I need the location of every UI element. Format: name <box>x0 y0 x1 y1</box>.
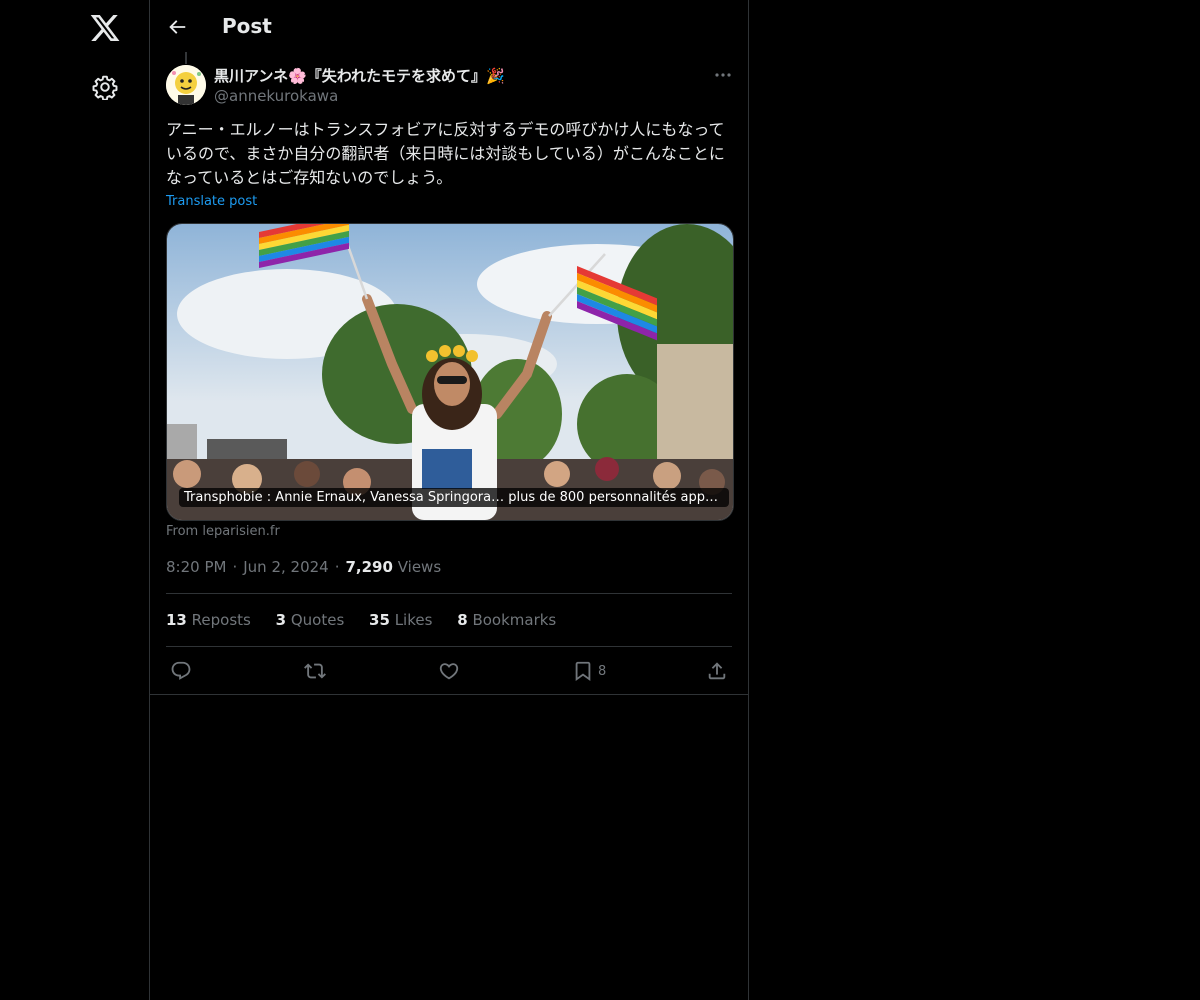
divider <box>166 593 732 594</box>
bookmark-count: 8 <box>598 663 607 679</box>
reply-button[interactable] <box>170 658 192 684</box>
post-text: アニー・エルノーはトランスフォビアに反対するデモの呼びかけ人にもなっているので、… <box>166 120 725 187</box>
views-label: Views <box>397 558 442 576</box>
post-header: Post <box>150 0 748 54</box>
likes-stat[interactable]: 35 Likes <box>369 611 432 629</box>
author-handle[interactable]: @annekurokawa <box>214 87 338 105</box>
divider <box>150 694 749 695</box>
reply-icon <box>171 661 191 680</box>
left-sidebar <box>0 0 150 1000</box>
quotes-stat[interactable]: 3 Quotes <box>276 611 345 629</box>
views-count: 7,290 <box>345 558 393 576</box>
avatar[interactable] <box>166 65 206 105</box>
share-icon <box>708 662 726 680</box>
like-icon <box>439 663 459 680</box>
translate-post-link[interactable]: Translate post <box>166 194 257 209</box>
thread-line <box>185 52 187 64</box>
link-card[interactable]: Transphobie : Annie Ernaux, Vanessa Spri… <box>166 223 734 521</box>
bookmark-button[interactable]: 8 <box>572 658 606 684</box>
gear-icon[interactable] <box>92 74 118 100</box>
x-logo-icon[interactable] <box>89 12 121 44</box>
post-stats: 13 Reposts 3 Quotes 35 Likes 8 Bookmarks <box>166 611 576 629</box>
back-arrow-icon[interactable] <box>166 16 188 38</box>
main-column: Post 黒川アンネ🌸『失われたモテを求めて』🎉 @annekurokawa ア… <box>150 0 749 1000</box>
post-meta: 8:20 PM · Jun 2, 2024 · 7,290 Views <box>166 558 442 576</box>
reposts-stat[interactable]: 13 Reposts <box>166 611 251 629</box>
card-source[interactable]: From leparisien.fr <box>166 524 280 539</box>
repost-icon <box>304 663 326 679</box>
repost-button[interactable] <box>304 658 326 684</box>
like-button[interactable] <box>438 658 460 684</box>
bookmarks-stat[interactable]: 8 Bookmarks <box>457 611 556 629</box>
avatar-image <box>166 65 206 105</box>
card-image <box>167 224 733 520</box>
card-title: Transphobie : Annie Ernaux, Vanessa Spri… <box>179 488 729 507</box>
more-icon[interactable] <box>712 66 734 84</box>
author-name[interactable]: 黒川アンネ🌸『失われたモテを求めて』🎉 <box>214 65 505 86</box>
bookmark-icon <box>575 661 591 682</box>
post-time[interactable]: 8:20 PM <box>166 558 226 576</box>
post-date[interactable]: Jun 2, 2024 <box>243 558 328 576</box>
divider <box>166 646 732 647</box>
page-title: Post <box>222 14 272 38</box>
share-button[interactable] <box>706 658 728 684</box>
action-bar: 8 <box>166 658 732 684</box>
